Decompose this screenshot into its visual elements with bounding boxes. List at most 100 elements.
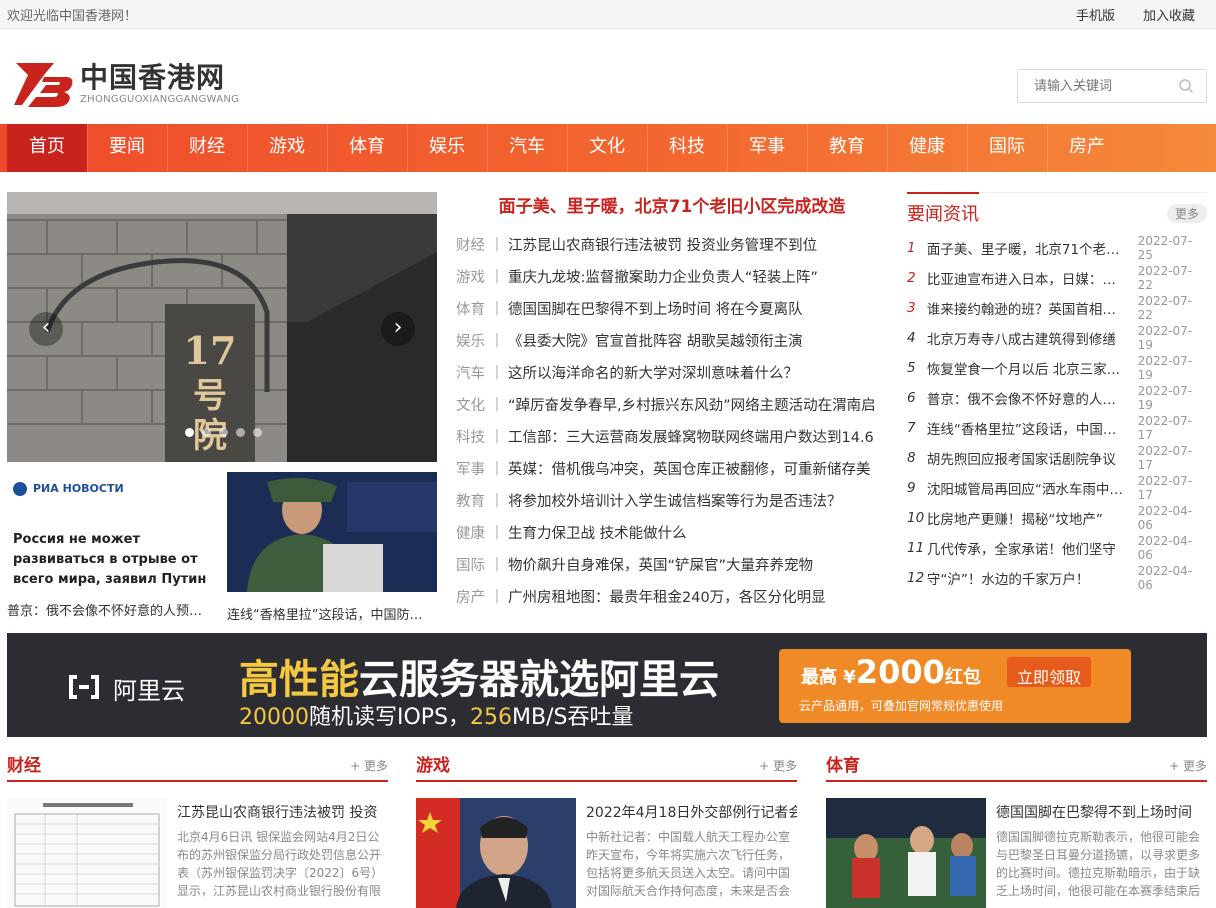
ranked-news-item[interactable]: 10 比房地产更赚！揭秘“坟地产” 2022-04-06 [907,503,1207,533]
section-article[interactable]: 江苏昆山农商银行违法被罚 投资 北京4月6日讯 银保监会网站4月2日公布的苏州银… [7,798,388,908]
nav-sports[interactable]: 体育 [327,124,407,172]
news-title[interactable]: 将参加校外培训计入学生诚信档案等行为是否违法？ [508,490,842,511]
slider-dot[interactable] [236,428,245,437]
news-category[interactable]: 房产 [456,586,486,607]
news-category[interactable]: 科技 [456,426,486,447]
news-category[interactable]: 军事 [456,458,486,479]
ranked-news-item[interactable]: 6 普京：俄不会像不怀好意的人预料的那样 2022-07-19 [907,383,1207,413]
nav-games[interactable]: 游戏 [247,124,327,172]
section-article[interactable]: 2022年4月18日外交部例行记者会 中新社记者：中国载人航天工程办公室昨天宣布… [416,798,797,908]
featured-thumb-shangrila[interactable]: 连线“香格里拉”这段话，中国防… [227,472,437,623]
ranked-news-item[interactable]: 12 守“沪”！水边的千家万户！ 2022-04-06 [907,563,1207,593]
sidebar-more-button[interactable]: 更多 [1166,203,1207,223]
news-category[interactable]: 健康 [456,522,486,543]
nav-home[interactable]: 首页 [7,124,87,172]
news-title[interactable]: 江苏昆山农商银行违法被罚 投资业务管理不到位 [508,234,817,255]
nav-tech[interactable]: 科技 [647,124,727,172]
rank-title[interactable]: 恢复堂食一个月以后 北京三家餐厅 [927,358,1124,378]
news-list-item[interactable]: 文化 | “踔厉奋发争春早,乡村振兴东风劲”网络主题活动在渭南启 [456,388,888,420]
news-category[interactable]: 财经 [456,234,486,255]
news-title[interactable]: 生育力保卫战 技术能做什么 [508,522,687,543]
news-title[interactable]: 广州房租地图：最贵年租金240万，各区分化明显 [508,586,826,607]
news-title[interactable]: 英媒：借机俄乌冲突，英国仓库正被翻修，可重新储存美 [508,458,871,479]
nav-realestate[interactable]: 房产 [1047,124,1127,172]
image-slider[interactable]: 17 号 院 ‹ › [7,192,437,462]
ranked-news-item[interactable]: 1 面子美、里子暖，北京71个老旧小区完成改造 2022-07-25 [907,233,1207,263]
rank-title[interactable]: 胡先煦回应报考国家话剧院争议 [927,448,1124,468]
section-more-link[interactable]: + 更多 [759,757,797,780]
top-headline[interactable]: 面子美、里子暖，北京71个老旧小区完成改造 [456,192,888,222]
section-more-link[interactable]: + 更多 [350,757,388,780]
nav-auto[interactable]: 汽车 [487,124,567,172]
news-title[interactable]: 工信部：三大运营商发展蜂窝物联网终端用户数达到14.6 [508,426,874,447]
ranked-news-item[interactable]: 4 北京万寿寺八成古建筑得到修缮 2022-07-19 [907,323,1207,353]
article-headline[interactable]: 2022年4月18日外交部例行记者会 [586,802,797,822]
slider-prev-button[interactable]: ‹ [29,312,63,346]
news-category[interactable]: 体育 [456,298,486,319]
section-article[interactable]: 德国国脚在巴黎得不到上场时间 德国国脚德拉克斯勒表示，他很可能会与巴黎圣日耳曼分… [826,798,1207,908]
rank-title[interactable]: 普京：俄不会像不怀好意的人预料的那样 [927,388,1124,408]
ranked-news-item[interactable]: 7 连线“香格里拉”这段话，中国防长 2022-07-17 [907,413,1207,443]
news-category[interactable]: 娱乐 [456,330,486,351]
news-category[interactable]: 文化 [456,394,486,415]
rank-title[interactable]: 谁来接约翰逊的班？英国首相竞选 [927,298,1124,318]
news-list-item[interactable]: 汽车 | 这所以海洋命名的新大学对深圳意味着什么？ [456,356,888,388]
mobile-link[interactable]: 手机版 [1076,5,1115,24]
ranked-news-item[interactable]: 3 谁来接约翰逊的班？英国首相竞选 2022-07-22 [907,293,1207,323]
news-title[interactable]: 这所以海洋命名的新大学对深圳意味着什么？ [508,362,798,383]
section-more-link[interactable]: + 更多 [1169,757,1207,780]
news-list-item[interactable]: 教育 | 将参加校外培训计入学生诚信档案等行为是否违法？ [456,484,888,516]
ranked-news-item[interactable]: 9 沈阳城管局再回应“洒水车雨中作业” 2022-07-17 [907,473,1207,503]
slider-dot[interactable] [202,428,211,437]
news-list-item[interactable]: 科技 | 工信部：三大运营商发展蜂窝物联网终端用户数达到14.6 [456,420,888,452]
add-favorite-link[interactable]: 加入收藏 [1143,5,1195,24]
ranked-news-item[interactable]: 11 几代传承，全家承诺！他们坚守 2022-04-06 [907,533,1207,563]
ranked-news-item[interactable]: 8 胡先煦回应报考国家话剧院争议 2022-07-17 [907,443,1207,473]
slider-next-button[interactable]: › [381,312,415,346]
news-title[interactable]: 《县委大院》官宣首批阵容 胡歌吴越领衔主演 [508,330,803,351]
news-category[interactable]: 教育 [456,490,486,511]
nav-education[interactable]: 教育 [807,124,887,172]
nav-military[interactable]: 军事 [727,124,807,172]
article-headline[interactable]: 德国国脚在巴黎得不到上场时间 [996,802,1207,822]
ranked-news-item[interactable]: 2 比亚迪宣布进入日本，日媒：比亚迪进入日本 2022-07-22 [907,263,1207,293]
news-list-item[interactable]: 娱乐 | 《县委大院》官宣首批阵容 胡歌吴越领衔主演 [456,324,888,356]
nav-finance[interactable]: 财经 [167,124,247,172]
rank-title[interactable]: 守“沪”！水边的千家万户！ [927,568,1124,588]
nav-health[interactable]: 健康 [887,124,967,172]
rank-title[interactable]: 面子美、里子暖，北京71个老旧小区完成改造 [927,238,1124,258]
news-list-item[interactable]: 财经 | 江苏昆山农商银行违法被罚 投资业务管理不到位 [456,228,888,260]
news-title[interactable]: 物价飙升自身难保，英国“铲屎官”大量弃养宠物 [508,554,813,575]
rank-title[interactable]: 几代传承，全家承诺！他们坚守 [927,538,1124,558]
news-list-item[interactable]: 游戏 | 重庆九龙坡:监督撤案助力企业负责人“轻装上阵” [456,260,888,292]
news-category[interactable]: 汽车 [456,362,486,383]
slider-dot[interactable] [219,428,228,437]
nav-news[interactable]: 要闻 [87,124,167,172]
news-list-item[interactable]: 房产 | 广州房租地图：最贵年租金240万，各区分化明显 [456,580,888,612]
rank-title[interactable]: 沈阳城管局再回应“洒水车雨中作业” [927,478,1124,498]
nav-culture[interactable]: 文化 [567,124,647,172]
featured-thumb-putin[interactable]: РИА НОВОСТИ Россия не может развиваться … [7,472,217,619]
news-title[interactable]: 重庆九龙坡:监督撤案助力企业负责人“轻装上阵” [508,266,818,287]
news-list-item[interactable]: 健康 | 生育力保卫战 技术能做什么 [456,516,888,548]
search-input[interactable] [1032,71,1176,101]
rank-title[interactable]: 北京万寿寺八成古建筑得到修缮 [927,328,1124,348]
news-title[interactable]: “踔厉奋发争春早,乡村振兴东风劲”网络主题活动在渭南启 [508,394,876,415]
ranked-news-item[interactable]: 5 恢复堂食一个月以后 北京三家餐厅 2022-07-19 [907,353,1207,383]
rank-title[interactable]: 比亚迪宣布进入日本，日媒：比亚迪进入日本 [927,268,1124,288]
slider-dot[interactable] [253,428,262,437]
nav-international[interactable]: 国际 [967,124,1047,172]
slider-dot[interactable] [185,428,194,437]
banner-claim-label[interactable]: 立即领取 [1007,664,1091,688]
aliyun-banner-ad[interactable]: 阿里云 高性能云服务器就选阿里云 20000随机读写IOPS，256MB/S吞吐… [7,633,1207,737]
site-logo[interactable]: 中国香港网 ZHONGGUOXIANGGANGWANG [14,55,239,111]
rank-title[interactable]: 比房地产更赚！揭秘“坟地产” [927,508,1124,528]
news-category[interactable]: 游戏 [456,266,486,287]
news-list-item[interactable]: 军事 | 英媒：借机俄乌冲突，英国仓库正被翻修，可重新储存美 [456,452,888,484]
rank-title[interactable]: 连线“香格里拉”这段话，中国防长 [927,418,1124,438]
news-category[interactable]: 国际 [456,554,486,575]
news-list-item[interactable]: 体育 | 德国国脚在巴黎得不到上场时间 将在今夏离队 [456,292,888,324]
news-list-item[interactable]: 国际 | 物价飙升自身难保，英国“铲屎官”大量弃养宠物 [456,548,888,580]
nav-entertainment[interactable]: 娱乐 [407,124,487,172]
news-title[interactable]: 德国国脚在巴黎得不到上场时间 将在今夏离队 [508,298,803,319]
